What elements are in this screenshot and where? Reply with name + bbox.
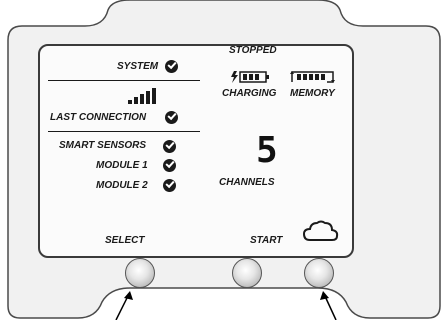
signal-strength-icon	[128, 88, 158, 104]
charging-label: CHARGING	[222, 88, 277, 99]
module-2-check-icon	[163, 179, 176, 192]
cloud-button[interactable]	[304, 258, 334, 288]
last-connection-label: LAST CONNECTION	[50, 112, 147, 123]
start-label: START	[250, 235, 283, 246]
smart-sensors-label: SMART SENSORS	[59, 140, 147, 151]
system-check-icon	[165, 60, 178, 73]
memory-icon	[290, 71, 335, 83]
divider	[48, 131, 200, 132]
arrow-icon	[115, 291, 133, 320]
arrow-icon	[320, 291, 337, 320]
module-1-check-icon	[163, 159, 176, 172]
divider	[48, 80, 200, 81]
smart-sensors-check-icon	[163, 140, 176, 153]
start-button[interactable]	[232, 258, 262, 288]
select-label: SELECT	[105, 235, 145, 246]
logger-device: SYSTEM LAST CONNECTION SMART SENSORS MOD…	[0, 0, 448, 320]
memory-label: MEMORY	[290, 88, 335, 99]
battery-charging-icon	[231, 71, 269, 83]
channels-count: 5	[256, 130, 278, 171]
cloud-icon	[302, 220, 339, 241]
status-label: STOPPED	[229, 45, 277, 56]
channels-label: CHANNELS	[219, 177, 275, 188]
system-label: SYSTEM	[117, 61, 159, 72]
module-1-label: MODULE 1	[96, 160, 148, 171]
module-2-label: MODULE 2	[96, 180, 148, 191]
last-connection-check-icon	[165, 111, 178, 124]
select-button[interactable]	[125, 258, 155, 288]
